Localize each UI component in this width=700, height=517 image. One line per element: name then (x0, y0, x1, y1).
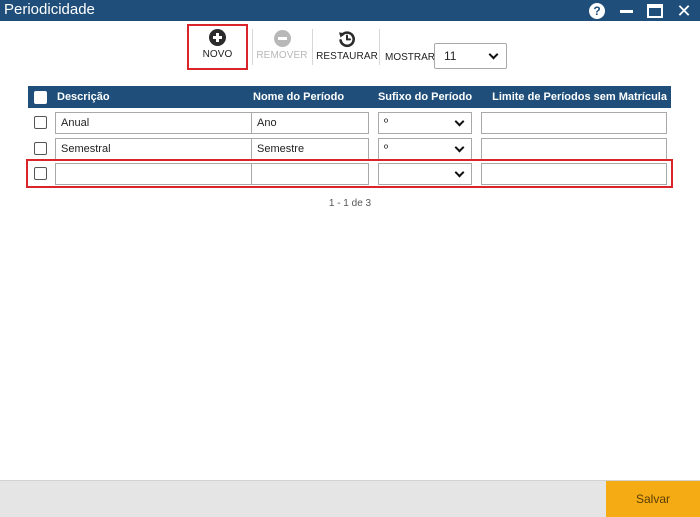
close-button[interactable]: ✕ (673, 0, 695, 21)
remover-button[interactable]: REMOVER (256, 25, 308, 69)
sufixo-periodo-select[interactable]: º (378, 112, 472, 134)
sufixo-periodo-value: º (384, 117, 389, 129)
help-icon: ? (589, 2, 605, 19)
novo-button[interactable]: NOVO (187, 24, 248, 70)
descricao-input[interactable]: Semestral (55, 138, 270, 160)
nome-periodo-input[interactable]: Ano (251, 112, 369, 134)
limite-periodos-input[interactable] (481, 163, 667, 185)
plus-circle-icon (209, 29, 226, 46)
chevron-down-icon (454, 142, 465, 153)
table-row: Anual Ano º (28, 110, 671, 135)
minus-circle-icon (273, 30, 291, 47)
restaurar-label: RESTAURAR (316, 51, 378, 62)
column-header-sufixo-periodo[interactable]: Sufixo do Período (376, 86, 474, 108)
chevron-down-icon (488, 49, 499, 60)
chevron-down-icon (454, 116, 465, 127)
mostrar-label: MOSTRAR: (385, 52, 438, 63)
window-title: Periodicidade (4, 1, 95, 18)
title-bar: Periodicidade ? ✕ (0, 0, 700, 21)
nome-periodo-input[interactable]: Semestre (251, 138, 369, 160)
column-header-nome-periodo[interactable]: Nome do Período (253, 86, 344, 108)
toolbar: NOVO REMOVER RESTAURAR MOSTRAR: 11 (0, 21, 700, 73)
footer-bar: Salvar (0, 480, 700, 517)
row-checkbox[interactable] (34, 142, 47, 155)
sufixo-periodo-value: º (384, 143, 389, 155)
descricao-input[interactable]: Anual (55, 112, 270, 134)
limite-periodos-input[interactable] (481, 112, 667, 134)
sufixo-periodo-select[interactable]: º (378, 138, 472, 160)
mostrar-value: 11 (444, 49, 457, 63)
toolbar-divider (312, 29, 313, 65)
toolbar-divider (379, 29, 380, 65)
column-header-descricao[interactable]: Descrição (57, 86, 110, 108)
table-header: Descrição Nome do Período Sufixo do Perí… (28, 86, 671, 108)
descricao-input[interactable] (55, 163, 270, 185)
mostrar-select[interactable]: 11 (434, 43, 507, 69)
close-icon: ✕ (676, 0, 692, 21)
minimize-button[interactable] (615, 0, 637, 21)
help-button[interactable]: ? (586, 0, 608, 21)
table-row-new (26, 159, 673, 188)
row-checkbox[interactable] (34, 167, 47, 180)
history-icon (339, 31, 355, 48)
remover-label: REMOVER (256, 50, 308, 61)
column-header-limite-periodos[interactable]: Limite de Períodos sem Matrícula (478, 86, 667, 108)
maximize-icon (647, 3, 663, 18)
pagination-info: 1 - 1 de 3 (328, 198, 372, 209)
novo-label: NOVO (202, 49, 233, 60)
select-all-checkbox[interactable] (34, 91, 47, 104)
maximize-button[interactable] (644, 0, 666, 21)
limite-periodos-input[interactable] (481, 138, 667, 160)
row-checkbox[interactable] (34, 116, 47, 129)
minimize-icon (619, 10, 633, 13)
save-button[interactable]: Salvar (606, 481, 700, 517)
nome-periodo-input[interactable] (251, 163, 369, 185)
toolbar-divider (252, 29, 253, 65)
table-row: Semestral Semestre º (28, 136, 671, 161)
restaurar-button[interactable]: RESTAURAR (316, 25, 378, 69)
chevron-down-icon (454, 167, 465, 178)
sufixo-periodo-select[interactable] (378, 163, 472, 185)
